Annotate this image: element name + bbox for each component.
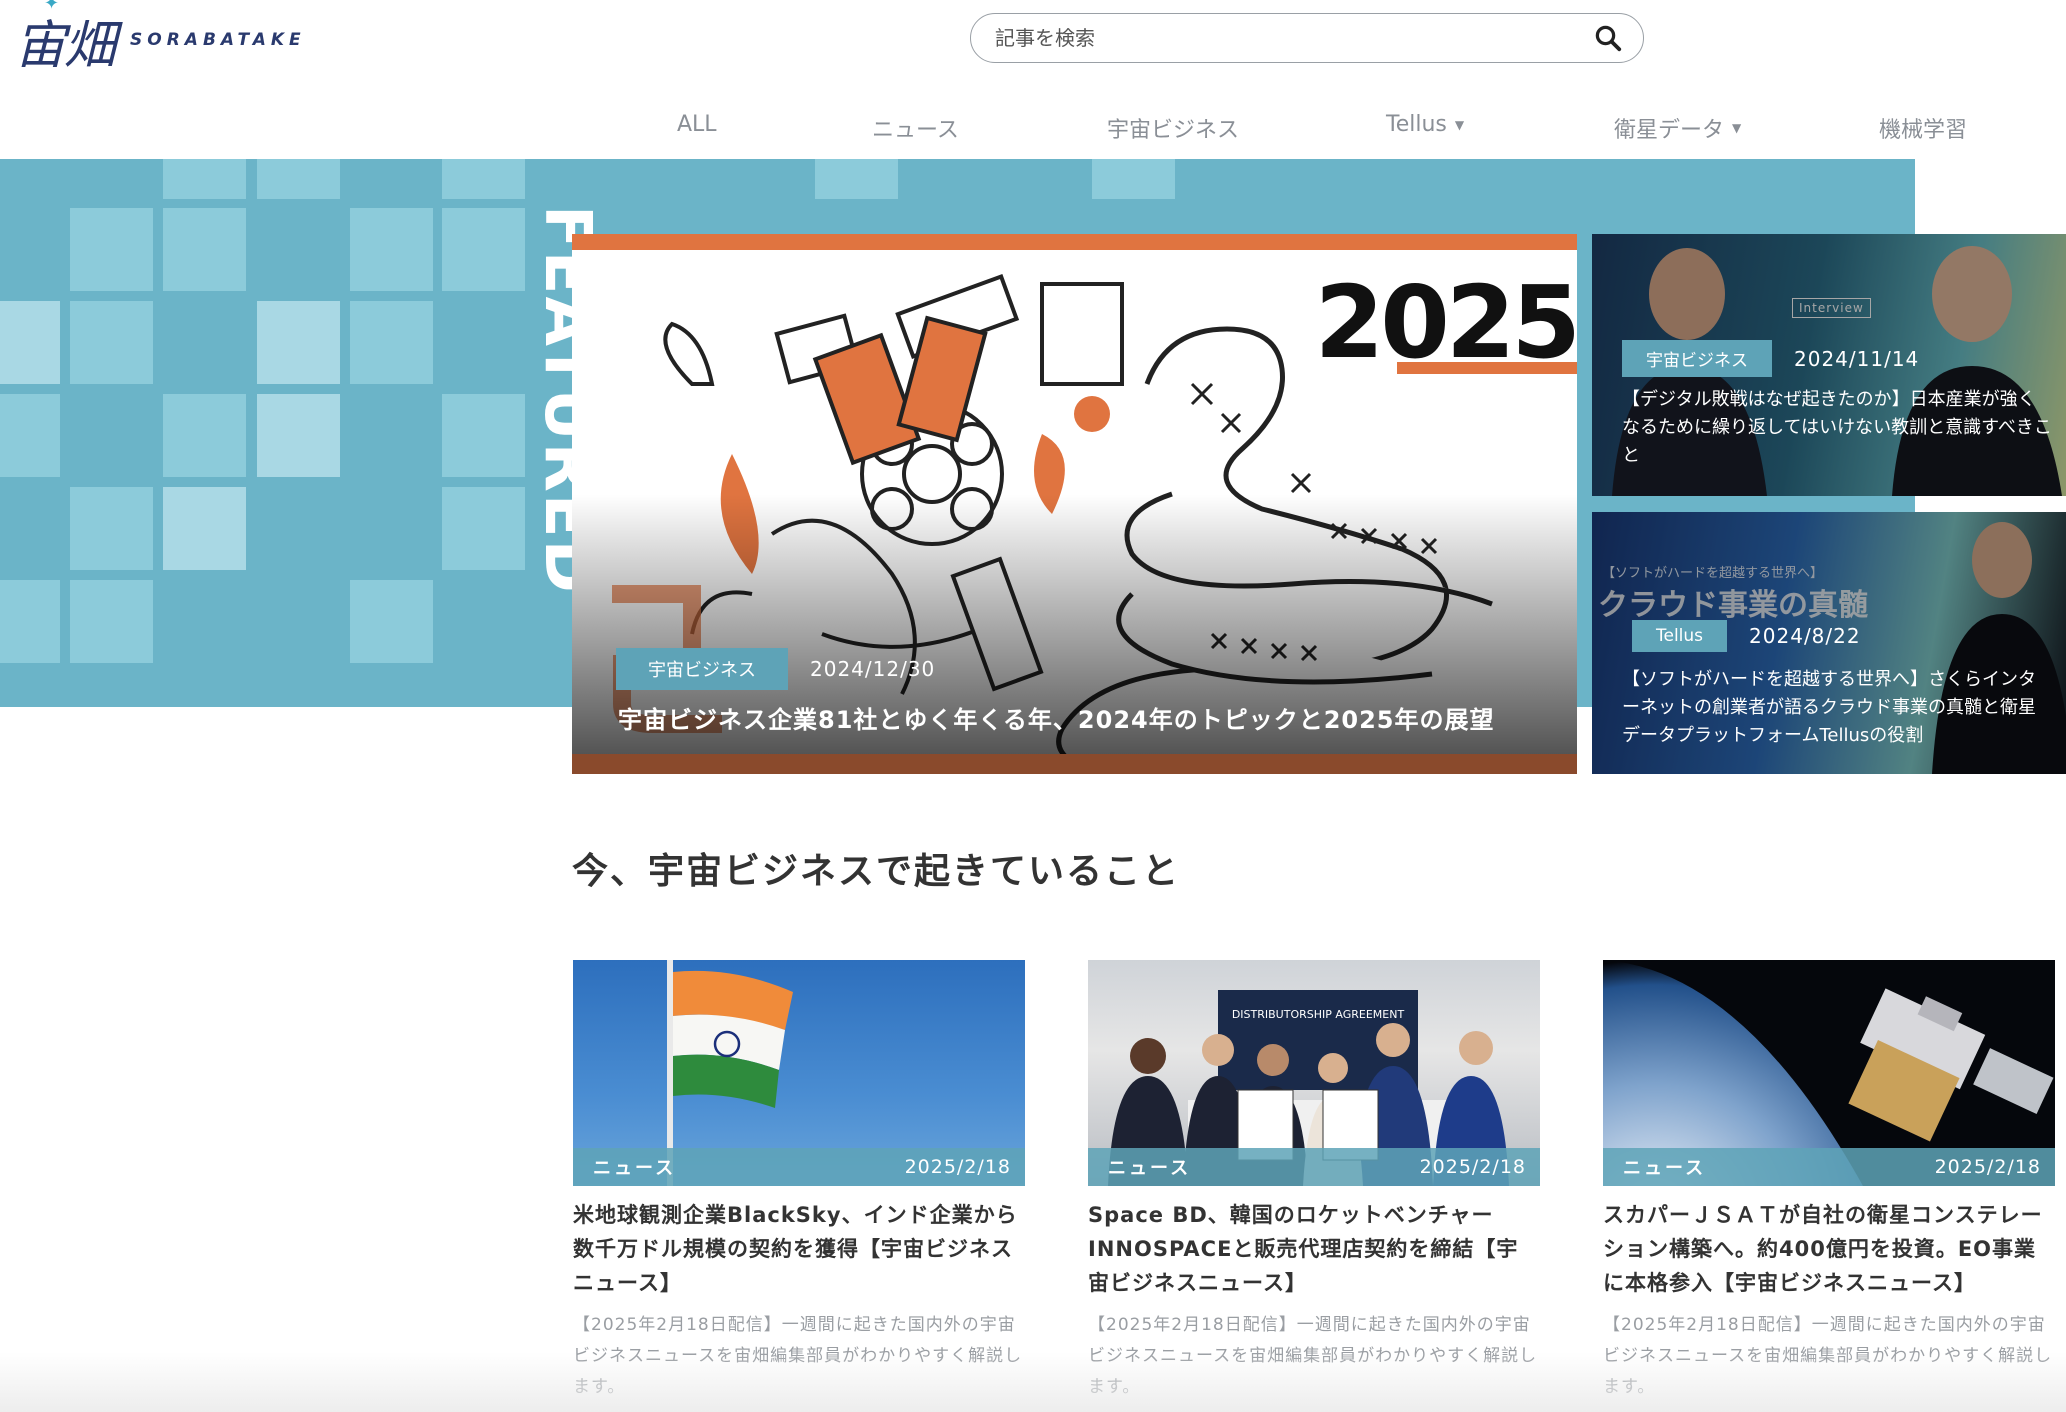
section-title: 今、宇宙ビジネスで起きていること <box>572 851 1181 892</box>
featured-side-card-2[interactable]: 【ソフトがハードを超越する世界へ】 クラウド事業の真髄 Tellus 2024/… <box>1592 512 2066 774</box>
article-date: 2025/2/18 <box>904 1156 1011 1178</box>
article-thumbnail[interactable]: ニュース 2025/2/18 <box>1603 960 2055 1186</box>
nav-item-all[interactable]: ALL <box>677 112 717 137</box>
bottom-fade <box>0 1352 2066 1412</box>
nav-item-label: Tellus <box>1386 112 1447 137</box>
article-meta-strip: ニュース 2025/2/18 <box>1603 1148 2055 1186</box>
article-date: 2025/2/18 <box>1419 1156 1526 1178</box>
side-card-1-title[interactable]: 【デジタル敗戦はなぜ起きたのか】日本産業が強くなるために繰り返してはいけない教訓… <box>1622 386 2052 470</box>
featured-main-card[interactable]: 2025 宇宙ビジネス 2024/12/30 宇宙ビジネス企業81社とゆく年くる… <box>572 234 1577 774</box>
image-caption: DISTRIBUTORSHIP AGREEMENT <box>1232 1008 1405 1021</box>
logo-kanji: 宙畑 <box>14 15 116 76</box>
article-thumbnail[interactable]: ニュース 2025/2/18 <box>573 960 1025 1186</box>
article-card[interactable]: DISTRIBUTORSHIP AGREEMENT ニュース 2025/2/18… <box>1088 960 1540 1403</box>
nav-item-label: 宇宙ビジネス <box>1107 118 1240 143</box>
nav-item-machine-learning[interactable]: 機械学習 <box>1879 112 1967 144</box>
article-title[interactable]: Space BD、韓国のロケットベンチャーINNOSPACEと販売代理店契約を締… <box>1088 1198 1540 1300</box>
side-card-2-title[interactable]: 【ソフトがハードを超越する世界へ】さくらインターネットの創業者が語るクラウド事業… <box>1622 666 2052 750</box>
search-icon[interactable] <box>1593 23 1623 53</box>
article-thumbnail[interactable]: DISTRIBUTORSHIP AGREEMENT ニュース 2025/2/18 <box>1088 960 1540 1186</box>
sparkle-icon: ✦ <box>44 0 59 14</box>
article-category[interactable]: ニュース <box>1108 1154 1191 1180</box>
article-meta-strip: ニュース 2025/2/18 <box>1088 1148 1540 1186</box>
article-title[interactable]: スカパーＪＳＡＴが自社の衛星コンステレーション構築へ。約400億円を投資。EO事… <box>1603 1198 2055 1300</box>
caret-down-icon: ▼ <box>1732 121 1742 135</box>
nav-item-news[interactable]: ニュース <box>872 112 959 144</box>
caret-down-icon: ▼ <box>1454 117 1465 132</box>
featured-side-card-1[interactable]: Interview 宇宙ビジネス 2024/11/14 【デジタル敗戦はなぜ起き… <box>1592 234 2066 496</box>
nav-item-tellus[interactable]: Tellus ▼ <box>1386 112 1464 137</box>
article-meta-strip: ニュース 2025/2/18 <box>573 1148 1025 1186</box>
nav-item-label: 衛星データ <box>1614 118 1725 143</box>
category-tag[interactable]: Tellus <box>1632 620 1728 652</box>
post-date: 2024/11/14 <box>1794 346 1920 371</box>
side-card-1-meta: 宇宙ビジネス 2024/11/14 <box>1622 340 1919 377</box>
article-date: 2025/2/18 <box>1934 1156 2041 1178</box>
logo-mark: ✦ 宙畑 <box>14 0 116 78</box>
nav-item-satellite-data[interactable]: 衛星データ ▼ <box>1614 112 1741 144</box>
featured-main-title[interactable]: 宇宙ビジネス企業81社とゆく年くる年、2024年のトピックと2025年の展望 <box>618 700 1495 735</box>
search-input[interactable] <box>993 25 1593 51</box>
featured-main-meta: 宇宙ビジネス 2024/12/30 <box>616 648 935 690</box>
nav-item-label: ALL <box>677 112 717 137</box>
article-category[interactable]: ニュース <box>1623 1154 1706 1180</box>
article-card[interactable]: ニュース 2025/2/18 米地球観測企業BlackSky、インド企業から数千… <box>573 960 1025 1403</box>
article-title[interactable]: 米地球観測企業BlackSky、インド企業から数千万ドル規模の契約を獲得【宇宙ビ… <box>573 1198 1025 1300</box>
nav-item-label: ニュース <box>872 118 959 143</box>
logo-wordmark: SORABATAKE <box>130 30 306 50</box>
nav-item-space-business[interactable]: 宇宙ビジネス <box>1107 112 1239 144</box>
nav-item-label: 機械学習 <box>1879 118 1968 143</box>
side-card-2-meta: Tellus 2024/8/22 <box>1632 620 1861 652</box>
category-tag[interactable]: 宇宙ビジネス <box>1622 340 1772 377</box>
category-tag[interactable]: 宇宙ビジネス <box>616 648 788 690</box>
post-date: 2024/12/30 <box>810 657 936 681</box>
site-logo[interactable]: ✦ 宙畑 SORABATAKE <box>14 0 306 76</box>
article-category[interactable]: ニュース <box>593 1154 676 1180</box>
main-nav: ALL ニュース 宇宙ビジネス Tellus ▼ 衛星データ ▼ 機械学習 <box>600 112 2066 148</box>
post-date: 2024/8/22 <box>1749 624 1861 648</box>
article-card[interactable]: ニュース 2025/2/18 スカパーＪＳＡＴが自社の衛星コンステレーション構築… <box>1603 960 2055 1403</box>
search-bar <box>970 13 1644 63</box>
